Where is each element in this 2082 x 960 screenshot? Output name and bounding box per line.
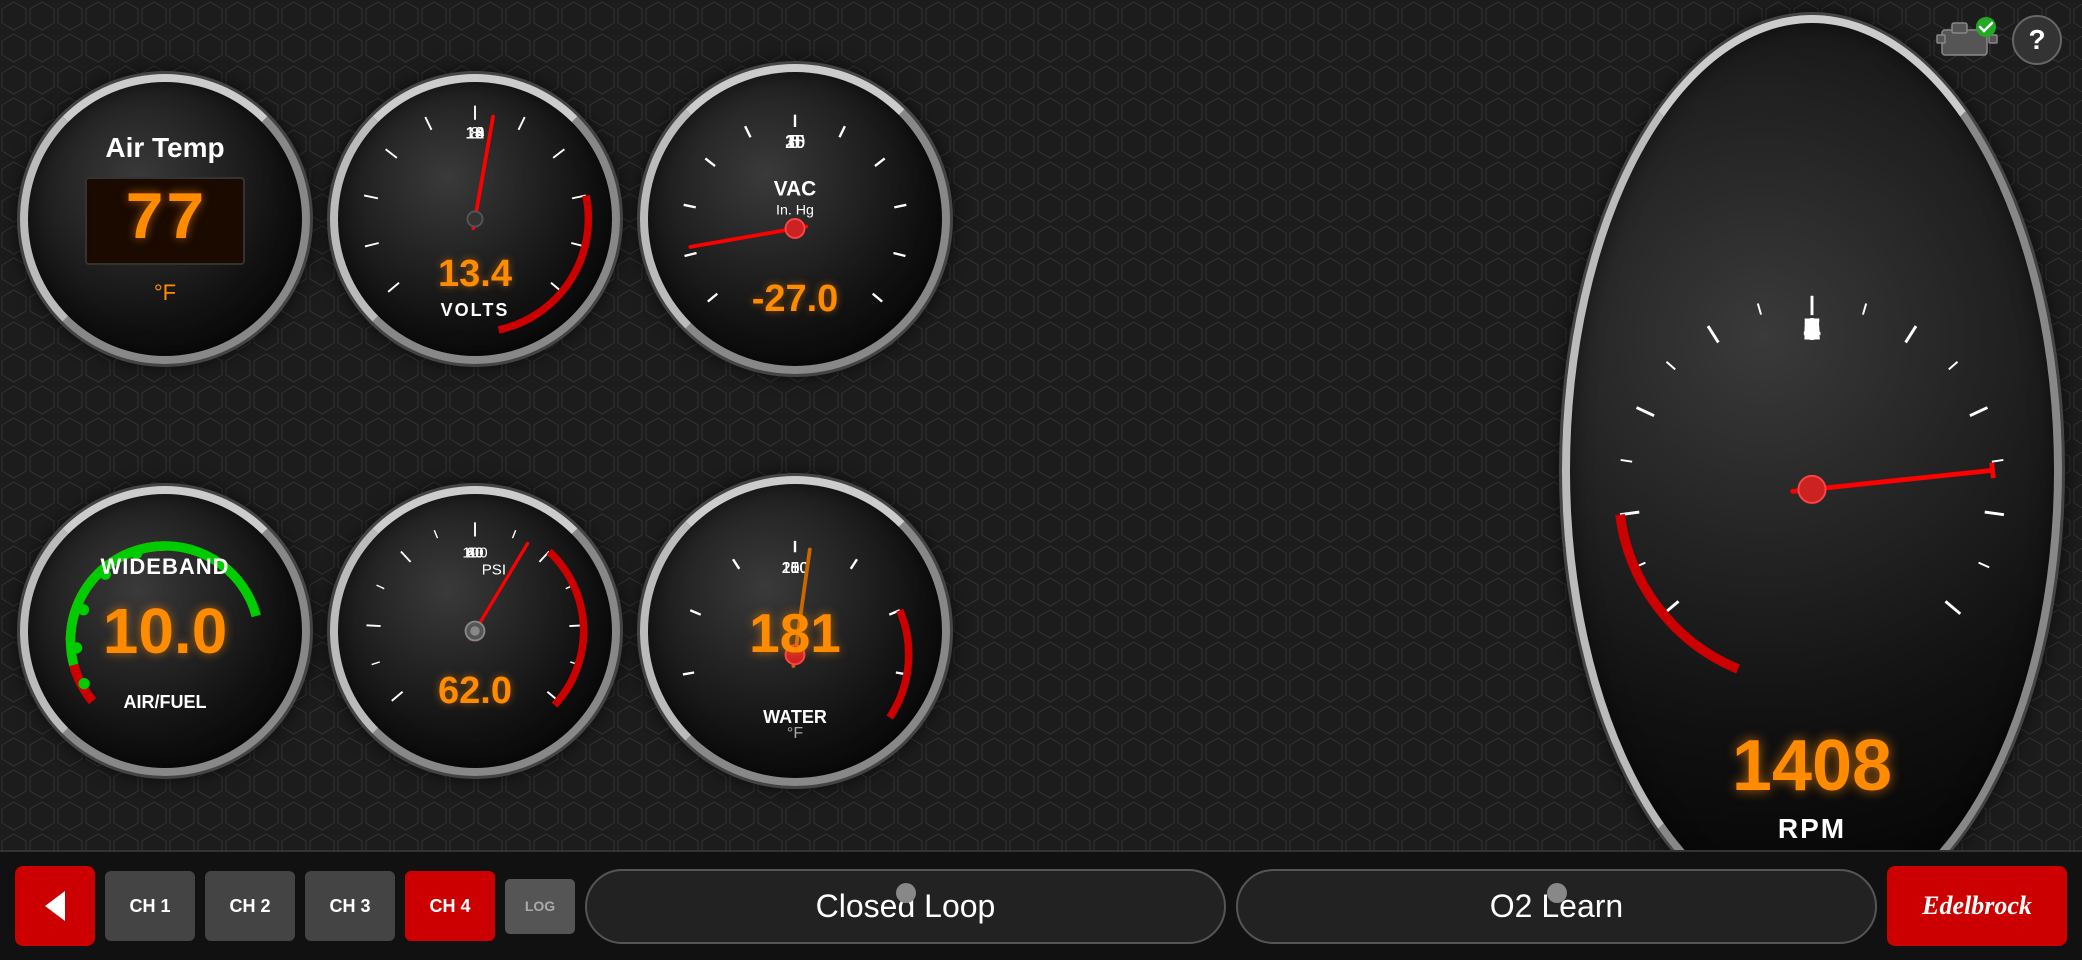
rpm-value: 1408	[1732, 725, 1892, 807]
air-temp-unit: °F	[154, 280, 176, 306]
psi-value: 62.0	[438, 670, 512, 713]
closed-loop-indicator	[896, 883, 916, 903]
ch1-button[interactable]: CH 1	[105, 871, 195, 941]
edelbrock-label: Edelbrock	[1922, 891, 2032, 921]
svg-text:PSI: PSI	[482, 562, 506, 579]
vac-gauge: 0 5 10 15 20 25 30 VAC In. Hg	[640, 64, 950, 374]
volts-value: 13.4	[438, 253, 512, 296]
back-button[interactable]	[15, 866, 95, 946]
wideband-gauge: WIDEBAND 10.0 AIR/FUEL	[20, 486, 310, 776]
water-temp-value: 181	[749, 601, 841, 665]
water-temp-unit: °F	[787, 725, 803, 743]
ch3-button[interactable]: CH 3	[305, 871, 395, 941]
svg-text:30: 30	[785, 132, 805, 152]
closed-loop-button[interactable]: Closed Loop	[585, 869, 1226, 944]
ch4-label: CH 4	[429, 896, 470, 917]
ch1-label: CH 1	[129, 896, 170, 917]
psi-gauge-svg: 0 20 40 60 80 100 PSI	[338, 494, 612, 768]
svg-text:18: 18	[466, 123, 485, 142]
main-content: ? Air Temp 77 °F	[0, 0, 2082, 960]
o2-learn-indicator	[1547, 883, 1567, 903]
vac-value: -27.0	[752, 278, 839, 321]
svg-text:100: 100	[462, 545, 487, 562]
volts-unit: VOLTS	[441, 300, 510, 321]
svg-text:8: 8	[1803, 311, 1820, 346]
back-arrow-icon	[30, 881, 80, 931]
air-temp-value: 77	[107, 187, 223, 255]
wideband-label: WIDEBAND	[101, 554, 230, 580]
svg-text:In. Hg: In. Hg	[776, 202, 814, 218]
rpm-label: RPM	[1778, 813, 1846, 845]
edelbrock-button[interactable]: Edelbrock	[1887, 866, 2067, 946]
rpm-gauge: 0 1 2 3 4 5 6 7 8	[1562, 15, 2062, 925]
volts-gauge: 8 10 12 14 16 18 13.4	[330, 74, 620, 364]
ch4-button[interactable]: CH 4	[405, 871, 495, 941]
log-label: LOG	[525, 898, 555, 914]
air-temp-display: 77	[85, 177, 245, 265]
psi-gauge: 0 20 40 60 80 100 PSI 62.0	[330, 486, 620, 776]
ch2-button[interactable]: CH 2	[205, 871, 295, 941]
air-temp-label: Air Temp	[105, 132, 224, 164]
o2-learn-button[interactable]: O2 Learn	[1236, 869, 1877, 944]
gauges-area: Air Temp 77 °F	[0, 0, 2082, 850]
wideband-value: 10.0	[103, 594, 228, 668]
bottom-bar: CH 1 CH 2 CH 3 CH 4 LOG Closed Loop O2 L…	[0, 850, 2082, 960]
vac-gauge-svg: 0 5 10 15 20 25 30 VAC In. Hg	[648, 72, 942, 366]
air-temp-gauge: Air Temp 77 °F	[20, 74, 310, 364]
svg-text:VAC: VAC	[774, 177, 817, 200]
ch2-label: CH 2	[229, 896, 270, 917]
water-temp-gauge: 100 150 180 210 250 181 WATER °F	[640, 476, 950, 786]
ch3-label: CH 3	[329, 896, 370, 917]
log-button[interactable]: LOG	[505, 879, 575, 934]
wideband-unit: AIR/FUEL	[124, 692, 207, 713]
